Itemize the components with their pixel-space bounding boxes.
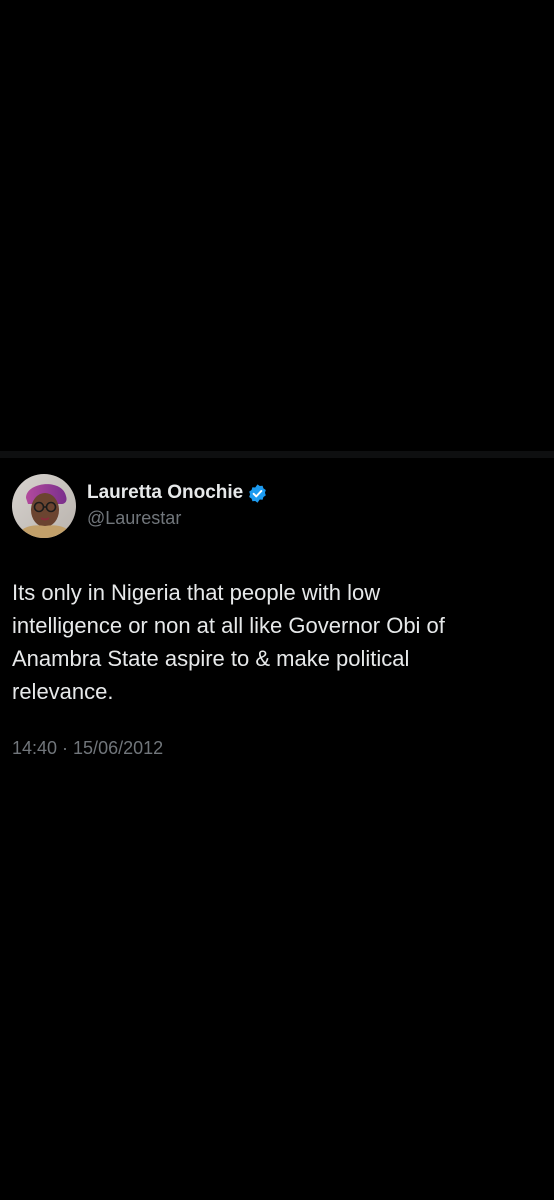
tweet-text: Its only in Nigeria that people with low… [12, 580, 445, 704]
avatar[interactable] [12, 474, 76, 538]
author-display-name[interactable]: Lauretta Onochie [87, 482, 243, 504]
section-divider [0, 451, 554, 458]
tweet-timestamp[interactable]: 14:40 · 15/06/2012 [12, 738, 163, 759]
verified-badge-icon [247, 483, 268, 504]
author-name-row[interactable]: Lauretta Onochie [87, 480, 268, 506]
avatar-image [12, 474, 76, 538]
author-handle[interactable]: @Laurestar [87, 508, 181, 529]
